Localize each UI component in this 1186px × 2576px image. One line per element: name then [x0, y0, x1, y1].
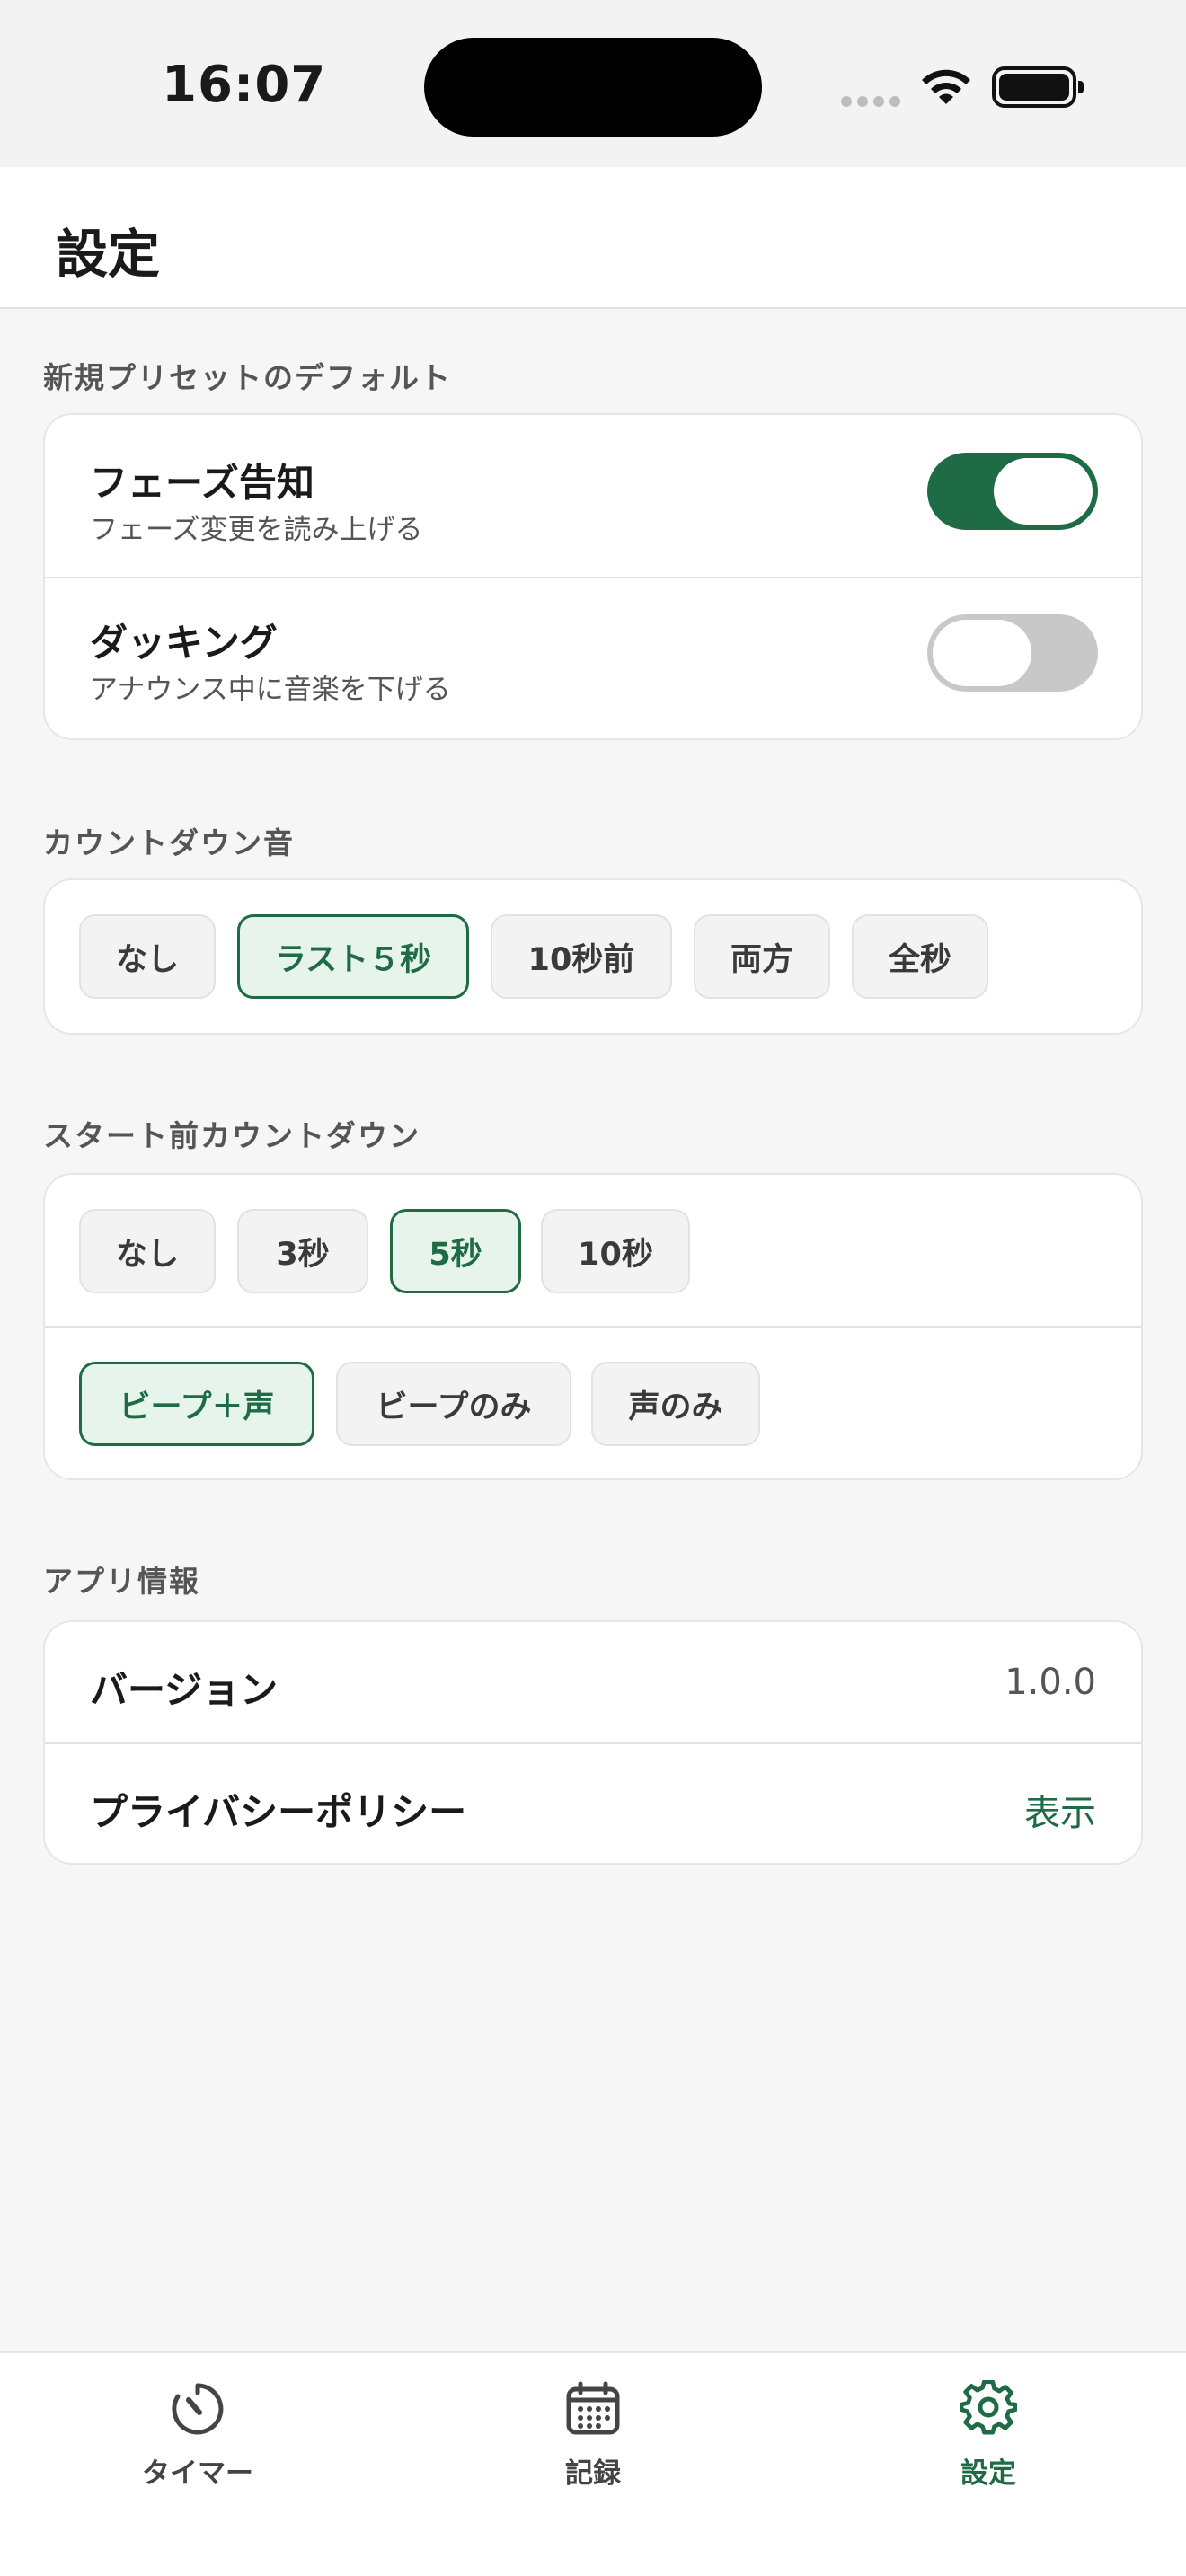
battery-icon — [992, 66, 1084, 108]
divider — [45, 1326, 1141, 1328]
cellular-signal-icon — [841, 93, 906, 110]
tab-settings[interactable]: 設定 — [890, 2380, 1087, 2506]
countdown-sound-card: なし ラスト５秒 10秒前 両方 全秒 — [43, 878, 1143, 1035]
countdown-option-10s[interactable]: 10秒前 — [491, 914, 672, 999]
privacy-policy-show-link[interactable]: 表示 — [1024, 1784, 1096, 1836]
countdown-option-both[interactable]: 両方 — [694, 914, 830, 999]
countdown-option-none[interactable]: なし — [79, 914, 216, 999]
phase-announce-subtitle: フェーズ変更を読み上げる — [90, 514, 423, 546]
wifi-icon — [922, 69, 970, 104]
app-info-card: バージョン 1.0.0 プライバシーポリシー 表示 — [43, 1620, 1143, 1865]
phase-announce-row: フェーズ告知 フェーズ変更を読み上げる — [45, 415, 1141, 577]
tab-timer[interactable]: タイマー — [99, 2380, 296, 2506]
tab-bar: タイマー 記録 設定 — [0, 2351, 1186, 2576]
tab-label: 記録 — [565, 2457, 621, 2490]
page-title: 設定 — [56, 224, 161, 285]
countdown-option-every-second[interactable]: 全秒 — [852, 914, 988, 999]
preset-defaults-card: フェーズ告知 フェーズ変更を読み上げる ダッキング アナウンス中に音楽を下げる — [43, 413, 1143, 740]
toggle-knob — [933, 620, 1031, 686]
version-row: バージョン 1.0.0 — [45, 1622, 1141, 1742]
start-mode-voice-only[interactable]: 声のみ — [591, 1362, 760, 1446]
phase-announce-title: フェーズ告知 — [90, 461, 314, 505]
start-duration-3s[interactable]: 3秒 — [237, 1209, 368, 1293]
status-bar: 16:07 — [0, 0, 1186, 167]
ducking-toggle[interactable] — [927, 614, 1098, 692]
version-label: バージョン — [90, 1668, 279, 1712]
start-mode-beep-only[interactable]: ビープのみ — [336, 1362, 571, 1446]
section-label-countdown-sound: カウントダウン音 — [43, 825, 295, 860]
start-duration-5s[interactable]: 5秒 — [390, 1209, 521, 1293]
version-value: 1.0.0 — [1005, 1662, 1096, 1703]
timer-icon — [172, 2383, 224, 2435]
tab-label: タイマー — [142, 2457, 253, 2490]
privacy-policy-row[interactable]: プライバシーポリシー 表示 — [45, 1744, 1141, 1865]
start-countdown-card: なし 3秒 5秒 10秒 ビープ＋声 ビープのみ 声のみ — [43, 1173, 1143, 1480]
start-duration-none[interactable]: なし — [79, 1209, 216, 1293]
dynamic-island — [424, 38, 762, 137]
gear-icon — [960, 2380, 1017, 2435]
section-label-app-info: アプリ情報 — [43, 1564, 200, 1599]
start-mode-beep-voice[interactable]: ビープ＋声 — [79, 1362, 314, 1446]
navigation-header: 設定 — [0, 167, 1186, 309]
ducking-subtitle: アナウンス中に音楽を下げる — [90, 674, 451, 706]
countdown-option-last5[interactable]: ラスト５秒 — [237, 914, 469, 999]
start-duration-10s[interactable]: 10秒 — [541, 1209, 690, 1293]
toggle-knob — [994, 458, 1093, 525]
calendar-icon — [566, 2381, 620, 2435]
section-label-start-countdown: スタート前カウントダウン — [43, 1118, 420, 1153]
privacy-policy-label: プライバシーポリシー — [90, 1790, 467, 1834]
tab-label: 設定 — [960, 2457, 1016, 2490]
section-label-preset-defaults: 新規プリセットのデフォルト — [43, 360, 452, 395]
ducking-row: ダッキング アナウンス中に音楽を下げる — [45, 578, 1141, 740]
ducking-title: ダッキング — [90, 621, 278, 665]
status-time: 16:07 — [162, 56, 327, 114]
phase-announce-toggle[interactable] — [927, 453, 1098, 530]
tab-records[interactable]: 記録 — [494, 2380, 692, 2506]
